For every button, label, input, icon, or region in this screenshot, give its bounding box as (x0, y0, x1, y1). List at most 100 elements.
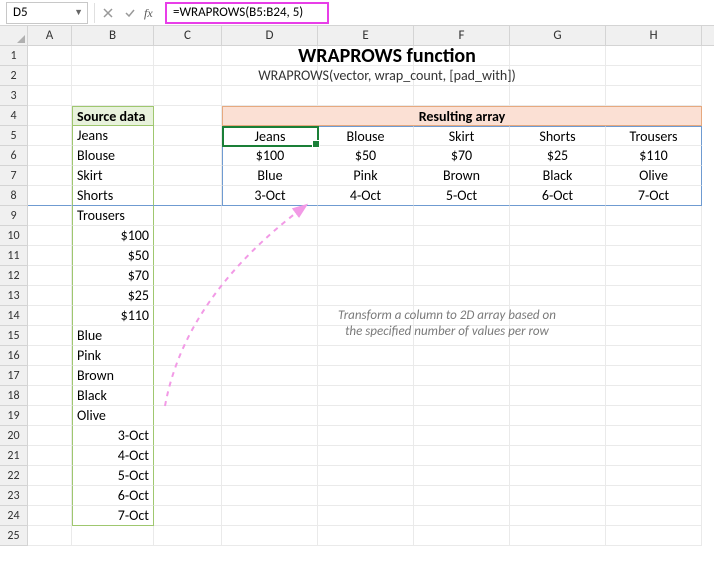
result-cell[interactable]: Black (510, 166, 606, 186)
col-header-G[interactable]: G (510, 26, 606, 45)
source-cell[interactable]: $70 (72, 266, 154, 286)
cell[interactable] (318, 406, 414, 426)
cell[interactable] (154, 426, 222, 446)
cell[interactable] (414, 346, 510, 366)
result-cell[interactable]: Brown (414, 166, 510, 186)
cell[interactable] (606, 66, 702, 86)
cell[interactable] (28, 246, 72, 266)
cell[interactable] (606, 366, 702, 386)
cell[interactable] (28, 306, 72, 326)
cell[interactable] (510, 86, 606, 106)
name-box[interactable]: D5 ▼ (6, 2, 88, 24)
cell[interactable] (154, 486, 222, 506)
cell[interactable] (28, 206, 72, 226)
cell[interactable] (510, 286, 606, 306)
cell[interactable] (154, 466, 222, 486)
cell[interactable] (318, 466, 414, 486)
cell[interactable] (154, 406, 222, 426)
cell[interactable] (510, 46, 606, 66)
cell[interactable] (154, 166, 222, 186)
result-cell[interactable]: Jeans (222, 126, 318, 146)
cell[interactable] (510, 406, 606, 426)
cell[interactable] (414, 266, 510, 286)
cell[interactable] (606, 386, 702, 406)
cell[interactable] (154, 306, 222, 326)
result-cell[interactable]: $25 (510, 146, 606, 166)
col-header-E[interactable]: E (318, 26, 414, 45)
source-header[interactable]: Source data (72, 106, 154, 126)
source-cell[interactable]: $100 (72, 226, 154, 246)
cell[interactable] (606, 226, 702, 246)
result-header[interactable]: Resulting array (414, 106, 510, 126)
source-cell[interactable]: $110 (72, 306, 154, 326)
cell[interactable] (510, 366, 606, 386)
cell[interactable] (154, 286, 222, 306)
source-cell[interactable]: Pink (72, 346, 154, 366)
cell[interactable] (154, 146, 222, 166)
cell[interactable] (154, 126, 222, 146)
cell[interactable] (222, 86, 318, 106)
cell[interactable] (28, 186, 72, 206)
cell[interactable] (318, 266, 414, 286)
cell[interactable] (606, 486, 702, 506)
result-header[interactable] (222, 106, 318, 126)
cell[interactable] (318, 206, 414, 226)
cell[interactable] (154, 106, 222, 126)
cell[interactable] (318, 286, 414, 306)
cell[interactable] (222, 506, 318, 526)
cell[interactable] (28, 86, 72, 106)
row-header[interactable]: 1 (0, 46, 28, 66)
cell[interactable] (222, 306, 318, 326)
col-header-A[interactable]: A (28, 26, 72, 45)
cell[interactable] (318, 86, 414, 106)
cell[interactable] (510, 526, 606, 546)
cell[interactable] (510, 446, 606, 466)
result-cell[interactable]: $70 (414, 146, 510, 166)
cell[interactable] (72, 526, 154, 546)
cell[interactable] (222, 486, 318, 506)
cell[interactable] (154, 86, 222, 106)
cell[interactable] (28, 266, 72, 286)
result-cell[interactable]: 7-Oct (606, 186, 702, 206)
source-cell[interactable]: Shorts (72, 186, 154, 206)
enter-icon[interactable] (119, 2, 141, 24)
row-header[interactable]: 16 (0, 346, 28, 366)
cell[interactable] (154, 326, 222, 346)
row-header[interactable]: 5 (0, 126, 28, 146)
source-cell[interactable]: Jeans (72, 126, 154, 146)
cell[interactable] (318, 446, 414, 466)
cell[interactable] (606, 446, 702, 466)
cell[interactable] (510, 66, 606, 86)
cell[interactable] (510, 206, 606, 226)
row-header[interactable]: 21 (0, 446, 28, 466)
result-cell[interactable]: Blue (222, 166, 318, 186)
source-cell[interactable]: 6-Oct (72, 486, 154, 506)
cell[interactable] (154, 206, 222, 226)
source-cell[interactable]: $25 (72, 286, 154, 306)
col-header-D[interactable]: D (222, 26, 318, 45)
cell[interactable] (222, 326, 318, 346)
source-cell[interactable]: Black (72, 386, 154, 406)
cell[interactable] (222, 446, 318, 466)
source-cell[interactable]: 5-Oct (72, 466, 154, 486)
cell[interactable] (154, 246, 222, 266)
cell[interactable] (414, 466, 510, 486)
result-cell[interactable]: Blouse (318, 126, 414, 146)
cell[interactable] (606, 266, 702, 286)
cell[interactable] (510, 386, 606, 406)
cell[interactable] (72, 46, 154, 66)
row-header[interactable]: 24 (0, 506, 28, 526)
cell[interactable] (606, 466, 702, 486)
cell[interactable] (222, 46, 318, 66)
cell[interactable] (154, 266, 222, 286)
cell[interactable] (414, 286, 510, 306)
source-cell[interactable]: $50 (72, 246, 154, 266)
source-cell[interactable]: 4-Oct (72, 446, 154, 466)
cell[interactable] (28, 326, 72, 346)
source-cell[interactable]: Blue (72, 326, 154, 346)
cell[interactable] (28, 406, 72, 426)
source-cell[interactable]: Trousers (72, 206, 154, 226)
fx-icon[interactable]: fx (141, 2, 163, 24)
cell[interactable] (28, 46, 72, 66)
cell[interactable] (510, 426, 606, 446)
